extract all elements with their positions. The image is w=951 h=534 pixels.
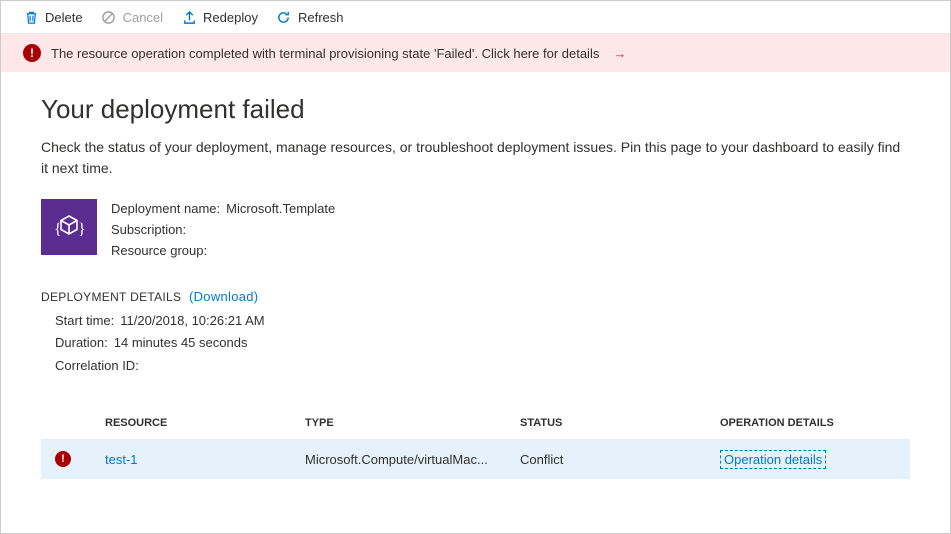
refresh-icon [276,9,292,25]
deployment-name-value: Microsoft.Template [226,199,335,220]
details-list: Start time: 11/20/2018, 10:26:21 AM Dura… [55,310,910,376]
col-status: STATUS [520,417,720,429]
summary-row: { } Deployment name: Microsoft.Template … [41,199,910,261]
table-header-row: RESOURCE TYPE STATUS OPERATION DETAILS [41,407,910,440]
resource-link[interactable]: test-1 [105,452,305,467]
refresh-button[interactable]: Refresh [276,9,344,25]
subscription-label: Subscription: [111,220,186,241]
upload-icon [181,9,197,25]
deployment-details-section: DEPLOYMENT DETAILS (Download) Start time… [41,289,910,376]
delete-button[interactable]: Delete [23,9,83,25]
col-resource: RESOURCE [105,417,305,429]
cancel-icon [101,9,117,25]
row-status-cell: ! [55,451,105,467]
correlation-label: Correlation ID: [55,355,139,377]
alert-message: The resource operation completed with te… [51,46,599,61]
content-area: Your deployment failed Check the status … [1,72,950,479]
start-time-value: 11/20/2018, 10:26:21 AM [120,310,264,332]
col-type: TYPE [305,417,520,429]
details-header: DEPLOYMENT DETAILS (Download) [41,289,910,304]
col-operation-details: OPERATION DETAILS [720,417,910,429]
type-cell: Microsoft.Compute/virtualMac... [305,452,520,467]
status-cell: Conflict [520,452,720,467]
page-title: Your deployment failed [41,94,910,125]
alert-bar[interactable]: ! The resource operation completed with … [1,34,950,72]
duration-label: Duration: [55,332,108,354]
cancel-label: Cancel [123,10,163,25]
trash-icon [23,9,39,25]
duration-value: 14 minutes 45 seconds [114,332,248,354]
svg-text:}: } [78,221,86,238]
download-link[interactable]: (Download) [189,289,258,304]
table-row[interactable]: ! test-1 Microsoft.Compute/virtualMac...… [41,440,910,479]
error-status-icon: ! [55,451,71,467]
refresh-label: Refresh [298,10,344,25]
start-time-label: Start time: [55,310,114,332]
delete-label: Delete [45,10,83,25]
operation-details-link[interactable]: Operation details [720,450,826,469]
summary-kvlist: Deployment name: Microsoft.Template Subs… [111,199,335,261]
resource-group-label: Resource group: [111,241,207,262]
page-subtitle: Check the status of your deployment, man… [41,137,910,179]
redeploy-button[interactable]: Redeploy [181,9,258,25]
error-icon: ! [23,44,41,62]
deployment-name-label: Deployment name: [111,199,220,220]
toolbar: Delete Cancel Redeploy Refresh [1,1,950,34]
template-cube-icon: { } [41,199,97,255]
details-header-text: DEPLOYMENT DETAILS [41,290,181,304]
cancel-button: Cancel [101,9,163,25]
arrow-right-icon: → [613,46,626,61]
redeploy-label: Redeploy [203,10,258,25]
